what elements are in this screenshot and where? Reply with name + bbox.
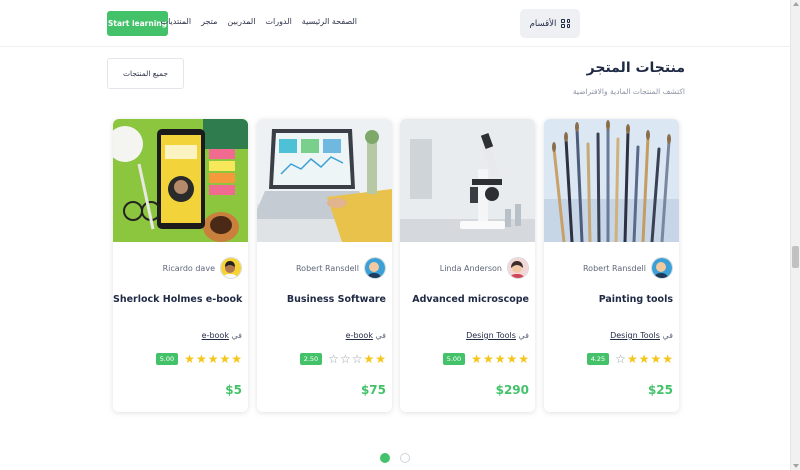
star-filled-icon: ★	[662, 352, 673, 366]
star-filled-icon: ★	[638, 352, 650, 366]
laptop-image[interactable]	[257, 119, 392, 242]
nav-courses[interactable]: الدورات	[265, 17, 291, 26]
page-scrollbar[interactable]	[790, 0, 800, 470]
microscope-image[interactable]	[400, 119, 535, 242]
rating-stars: ★ ★ ★ ★ ☆	[615, 353, 673, 365]
star-filled-icon: ★	[518, 352, 529, 366]
category-prefix: في	[518, 331, 530, 340]
rating-stars: ★ ★ ★ ★ ★	[471, 353, 529, 365]
author-name: Robert Ransdell	[582, 263, 646, 273]
product-category: في Design Tools	[610, 331, 673, 340]
category-prefix: في	[231, 331, 243, 340]
rating-badge: 5.00	[442, 353, 466, 365]
rating-badge: 4.25	[586, 353, 610, 365]
product-category: في e-book	[202, 331, 242, 340]
product-price: $25	[647, 383, 673, 397]
star-empty-icon: ☆	[615, 352, 626, 366]
star-filled-icon: ★	[626, 352, 638, 366]
rating-stars: ★ ★ ★ ★ ★	[184, 353, 242, 365]
rating-badge: 2.50	[299, 353, 323, 365]
product-title[interactable]: Sherlock Holmes e-book	[113, 294, 242, 305]
scroll-up-arrow-icon[interactable]	[793, 2, 799, 6]
scroll-down-arrow-icon[interactable]	[793, 464, 799, 468]
star-filled-icon: ★	[207, 352, 219, 366]
star-filled-icon: ★	[471, 352, 482, 366]
product-price: $290	[495, 383, 529, 397]
category-prefix: في	[375, 331, 387, 340]
nav-store[interactable]: متجر	[201, 17, 217, 26]
star-filled-icon: ★	[375, 352, 386, 366]
category-link[interactable]: e-book	[346, 331, 373, 340]
product-rating: ★ ★ ★ ★ ☆ 4.25	[586, 353, 673, 365]
product-category: في e-book	[346, 331, 386, 340]
star-empty-icon: ☆	[351, 352, 363, 366]
product-card[interactable]: Ricardo dave Sherlock Holmes e-book في e…	[113, 119, 248, 412]
section-subtitle: اكتشف المنتجات المادية والافتراضية	[572, 87, 685, 96]
star-empty-icon: ☆	[328, 352, 339, 366]
grid-icon	[561, 19, 571, 28]
product-title[interactable]: Painting tools	[544, 294, 673, 305]
rating-stars: ★ ★ ☆ ☆ ☆	[328, 353, 386, 365]
product-author[interactable]: Linda Anderson	[440, 257, 529, 279]
main-nav: الصفحة الرئيسية الدورات المدربين متجر ال…	[161, 17, 357, 26]
pagination-dot-2[interactable]	[400, 453, 410, 463]
star-filled-icon: ★	[494, 352, 506, 366]
product-card[interactable]: Linda Anderson Advanced microscope في De…	[400, 119, 535, 412]
product-title[interactable]: Advanced microscope	[400, 294, 529, 305]
nav-instructors[interactable]: المدربين	[227, 17, 255, 26]
nav-forums[interactable]: المنتديات	[161, 17, 192, 26]
avatar	[651, 257, 673, 279]
start-learning-button[interactable]: Start learning	[107, 11, 168, 36]
avatar	[220, 257, 242, 279]
star-filled-icon: ★	[184, 352, 195, 366]
category-link[interactable]: e-book	[202, 331, 229, 340]
category-link[interactable]: Design Tools	[610, 331, 660, 340]
product-author[interactable]: Ricardo dave	[163, 257, 242, 279]
product-author[interactable]: Robert Ransdell	[583, 257, 673, 279]
paint-brushes-image[interactable]	[544, 119, 679, 242]
category-prefix: في	[662, 331, 674, 340]
star-filled-icon: ★	[506, 352, 518, 366]
star-filled-icon: ★	[195, 352, 207, 366]
section-title: منتجات المتجر	[586, 60, 685, 76]
product-card[interactable]: Robert Ransdell Painting tools في Design…	[544, 119, 679, 412]
star-filled-icon: ★	[363, 352, 375, 366]
avatar	[507, 257, 529, 279]
product-card[interactable]: Robert Ransdell Business Software في e-b…	[257, 119, 392, 412]
product-author[interactable]: Robert Ransdell	[296, 257, 386, 279]
top-header: Start learning الصفحة الرئيسية الدورات ا…	[0, 0, 790, 47]
product-rating: ★ ★ ★ ★ ★ 5.00	[442, 353, 529, 365]
product-price: $75	[360, 383, 386, 397]
categories-button[interactable]: الأقسام	[520, 9, 580, 38]
author-name: Ricardo dave	[162, 263, 215, 273]
star-filled-icon: ★	[650, 352, 662, 366]
product-price: $5	[225, 383, 242, 397]
product-rating: ★ ★ ★ ★ ★ 5.00	[155, 353, 242, 365]
category-link[interactable]: Design Tools	[466, 331, 516, 340]
ebook-tablet-image[interactable]	[113, 119, 248, 242]
categories-label: الأقسام	[529, 18, 557, 29]
star-filled-icon: ★	[231, 352, 242, 366]
star-filled-icon: ★	[482, 352, 494, 366]
pagination-dot-1[interactable]	[380, 453, 390, 463]
star-filled-icon: ★	[219, 352, 231, 366]
author-name: Linda Anderson	[439, 263, 502, 273]
scroll-thumb[interactable]	[792, 246, 799, 268]
carousel-pagination	[380, 453, 410, 463]
product-title[interactable]: Business Software	[257, 294, 386, 305]
rating-badge: 5.00	[155, 353, 179, 365]
star-empty-icon: ☆	[339, 352, 351, 366]
avatar	[364, 257, 386, 279]
author-name: Robert Ransdell	[295, 263, 359, 273]
product-category: في Design Tools	[466, 331, 529, 340]
all-products-button[interactable]: جميع المنتجات	[107, 58, 184, 89]
nav-home[interactable]: الصفحة الرئيسية	[302, 17, 357, 26]
product-rating: ★ ★ ☆ ☆ ☆ 2.50	[299, 353, 386, 365]
